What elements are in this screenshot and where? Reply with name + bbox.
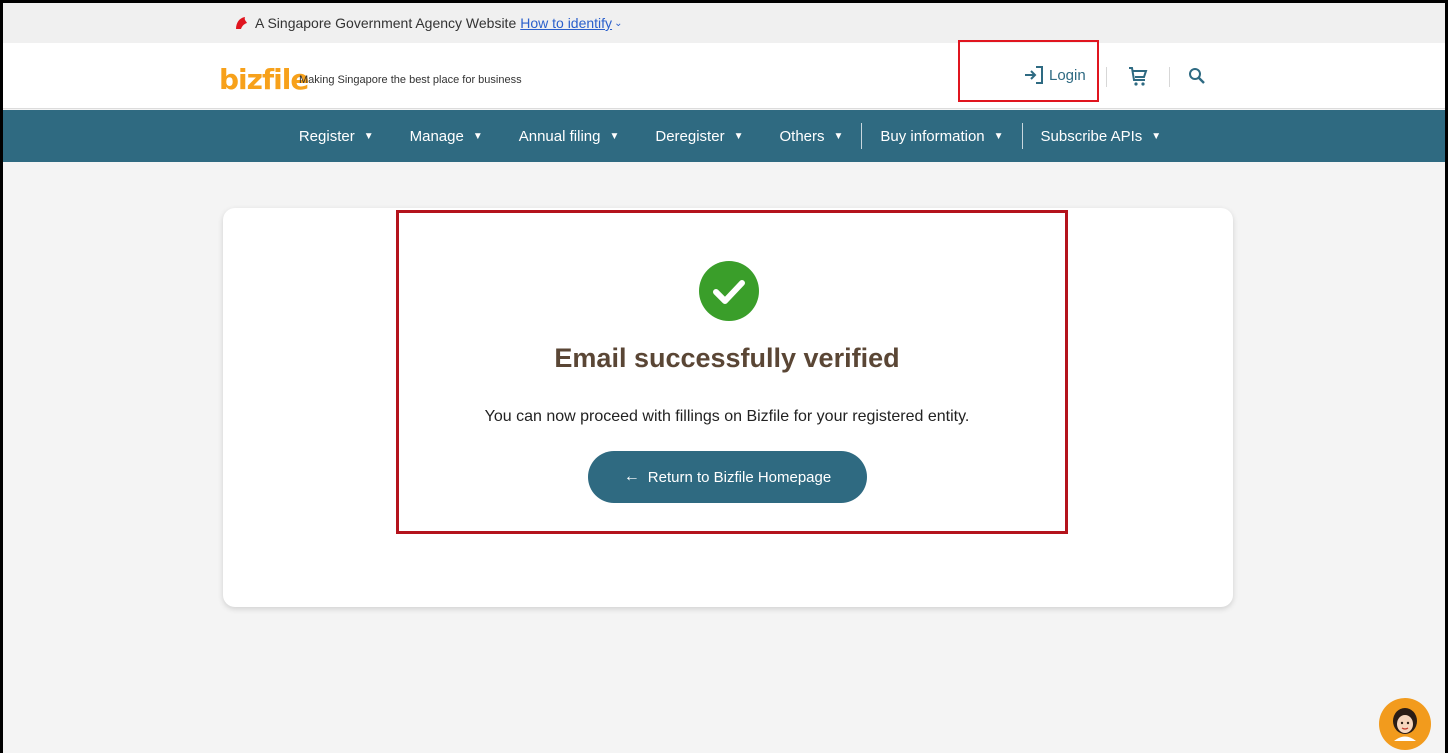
verification-message: You can now proceed with fillings on Biz… bbox=[484, 408, 970, 425]
caret-down-icon: ▼ bbox=[609, 130, 620, 142]
nav-item-deregister[interactable]: Deregister ▼ bbox=[637, 128, 761, 145]
return-homepage-label: Return to Bizfile Homepage bbox=[647, 468, 832, 486]
arrow-left-icon: ← bbox=[623, 468, 640, 485]
caret-down-icon: ▼ bbox=[993, 130, 1004, 142]
nav-label: Deregister bbox=[655, 127, 725, 145]
lion-head-icon bbox=[236, 17, 247, 29]
search-icon[interactable] bbox=[1188, 67, 1206, 85]
assistant-face-icon bbox=[1393, 708, 1417, 741]
site-header: bizfile Making Singapore the best place … bbox=[3, 40, 1445, 109]
how-to-identify-link[interactable]: How to identify bbox=[520, 15, 612, 31]
caret-down-icon: ▼ bbox=[1151, 130, 1162, 142]
cart-icon[interactable] bbox=[1127, 65, 1149, 87]
nav-item-register[interactable]: Register ▼ bbox=[281, 128, 392, 145]
chat-avatar-icon[interactable] bbox=[1379, 698, 1431, 750]
nav-item-others[interactable]: Others ▼ bbox=[761, 128, 861, 145]
nav-item-manage[interactable]: Manage ▼ bbox=[392, 128, 501, 145]
caret-down-icon: ▼ bbox=[472, 130, 483, 142]
chevron-down-icon[interactable]: ⌄ bbox=[614, 18, 622, 29]
nav-item-subscribe-apis[interactable]: Subscribe APIs ▼ bbox=[1023, 128, 1180, 145]
nav-label: Annual filing bbox=[518, 127, 601, 145]
nav-label: Manage bbox=[409, 127, 464, 145]
header-divider bbox=[1106, 67, 1107, 87]
nav-label: Register bbox=[298, 127, 355, 145]
login-button[interactable]: Login bbox=[1023, 65, 1086, 85]
header-divider bbox=[1169, 67, 1170, 87]
login-label: Login bbox=[1049, 66, 1086, 84]
masthead-text: A Singapore Government Agency Website bbox=[255, 15, 517, 31]
check-circle-icon bbox=[699, 261, 759, 321]
nav-label: Others bbox=[779, 127, 825, 145]
login-icon bbox=[1025, 66, 1043, 84]
browser-frame: A Singapore Government Agency Website Ho… bbox=[0, 0, 1448, 753]
caret-down-icon: ▼ bbox=[733, 130, 744, 142]
nav-item-buy-information[interactable]: Buy information ▼ bbox=[862, 128, 1021, 145]
main-nav: Register ▼ Manage ▼ Annual filing ▼ Dere… bbox=[3, 110, 1445, 162]
page-title: Email successfully verified bbox=[554, 343, 900, 373]
nav-item-annual-filing[interactable]: Annual filing ▼ bbox=[501, 128, 638, 145]
bizfile-logo[interactable]: bizfile bbox=[219, 63, 309, 96]
caret-down-icon: ▼ bbox=[833, 130, 844, 142]
nav-label: Subscribe APIs bbox=[1040, 127, 1143, 145]
caret-down-icon: ▼ bbox=[363, 130, 374, 142]
nav-label: Buy information bbox=[880, 127, 985, 145]
gov-masthead: A Singapore Government Agency Website Ho… bbox=[3, 3, 1445, 43]
return-homepage-button[interactable]: ← Return to Bizfile Homepage bbox=[588, 451, 867, 503]
tagline: Making Singapore the best place for busi… bbox=[299, 74, 522, 86]
